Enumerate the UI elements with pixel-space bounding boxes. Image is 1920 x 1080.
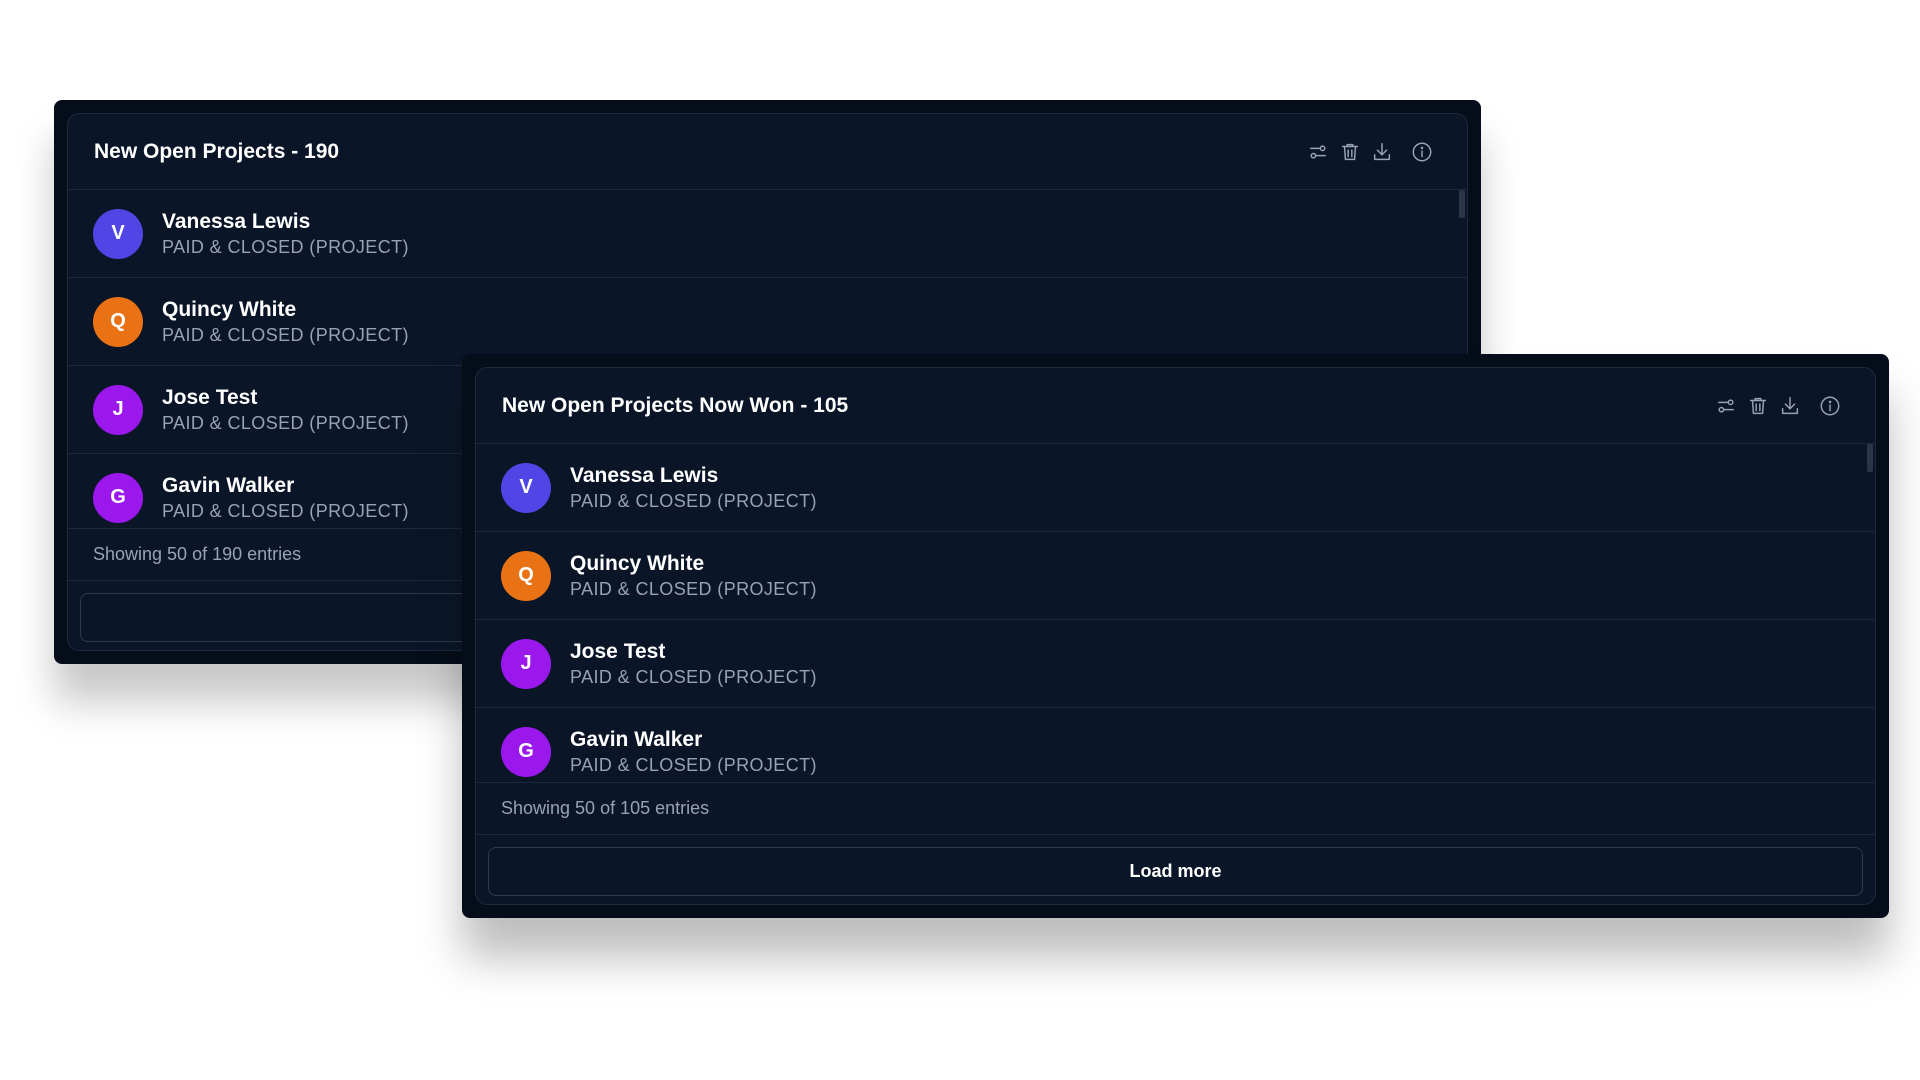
list-item[interactable]: Q Quincy White PAID & CLOSED (PROJECT) — [476, 532, 1875, 620]
load-more-button[interactable]: Load more — [488, 847, 1863, 896]
panel-title: New Open Projects - 190 — [94, 139, 340, 163]
scrollbar-thumb[interactable] — [1867, 444, 1873, 472]
entries-count: Showing 50 of 105 entries — [476, 783, 1875, 835]
project-status: PAID & CLOSED (PROJECT) — [570, 578, 817, 599]
panel-title: New Open Projects Now Won - 105 — [502, 393, 849, 417]
project-status: PAID & CLOSED (PROJECT) — [570, 490, 817, 511]
contact-name: Gavin Walker — [162, 473, 295, 497]
list-item[interactable]: Q Quincy White PAID & CLOSED (PROJECT) — [68, 278, 1467, 366]
list-item[interactable]: V Vanessa Lewis PAID & CLOSED (PROJECT) — [68, 190, 1467, 278]
avatar: Q — [501, 550, 551, 601]
filter-icon[interactable] — [1307, 141, 1329, 163]
project-status: PAID & CLOSED (PROJECT) — [570, 666, 817, 687]
project-status: PAID & CLOSED (PROJECT) — [570, 754, 817, 775]
panel-toolbar — [1307, 141, 1433, 163]
download-icon[interactable] — [1779, 395, 1801, 417]
panel-toolbar — [1715, 395, 1841, 417]
contact-name: Vanessa Lewis — [162, 209, 311, 233]
front-widget-frame: New Open Projects Now Won - 105 V Vaness… — [462, 354, 1889, 918]
panel-header: New Open Projects Now Won - 105 — [476, 368, 1875, 444]
list-item[interactable]: G Gavin Walker PAID & CLOSED (PROJECT) — [476, 708, 1875, 782]
avatar: V — [93, 208, 143, 259]
scrollbar-thumb[interactable] — [1459, 190, 1465, 218]
project-status: PAID & CLOSED (PROJECT) — [162, 412, 409, 433]
info-icon[interactable] — [1819, 395, 1841, 417]
info-icon[interactable] — [1411, 141, 1433, 163]
project-status: PAID & CLOSED (PROJECT) — [162, 324, 409, 345]
project-status: PAID & CLOSED (PROJECT) — [162, 500, 409, 521]
trash-icon[interactable] — [1747, 395, 1769, 417]
avatar: Q — [93, 296, 143, 347]
panel-header: New Open Projects - 190 — [68, 114, 1467, 190]
avatar: V — [501, 462, 551, 513]
filter-icon[interactable] — [1715, 395, 1737, 417]
new-open-projects-now-won-panel: New Open Projects Now Won - 105 V Vaness… — [475, 367, 1876, 905]
contact-name: Quincy White — [162, 297, 297, 321]
project-list[interactable]: V Vanessa Lewis PAID & CLOSED (PROJECT) … — [476, 444, 1875, 783]
contact-name: Quincy White — [570, 551, 705, 575]
contact-name: Jose Test — [570, 639, 666, 663]
trash-icon[interactable] — [1339, 141, 1361, 163]
contact-name: Jose Test — [162, 385, 258, 409]
list-item[interactable]: V Vanessa Lewis PAID & CLOSED (PROJECT) — [476, 444, 1875, 532]
download-icon[interactable] — [1371, 141, 1393, 163]
list-item[interactable]: J Jose Test PAID & CLOSED (PROJECT) — [476, 620, 1875, 708]
contact-name: Gavin Walker — [570, 727, 703, 751]
project-status: PAID & CLOSED (PROJECT) — [162, 236, 409, 257]
contact-name: Vanessa Lewis — [570, 463, 719, 487]
avatar: G — [501, 726, 551, 777]
avatar: J — [501, 638, 551, 689]
avatar: J — [93, 384, 143, 435]
avatar: G — [93, 472, 143, 523]
